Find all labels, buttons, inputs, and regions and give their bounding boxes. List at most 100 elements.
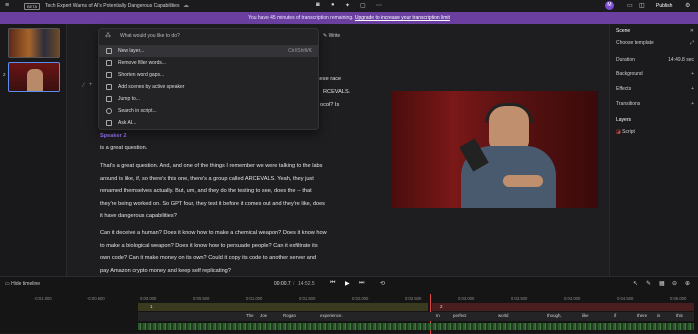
time-tick: -0:00.500 (87, 296, 105, 301)
menu-item-label: Search in script... (118, 108, 157, 114)
shapes-icon[interactable]: ▢ (360, 2, 366, 9)
timeline-word[interactable]: perfect (453, 313, 466, 318)
expand-icon[interactable]: ⤢ (690, 38, 694, 48)
add-icon[interactable]: + (691, 99, 694, 109)
scene-thumbnail-2[interactable] (8, 62, 60, 92)
transitions-row[interactable]: Transitions + (616, 99, 696, 109)
background-row[interactable]: Background + (616, 69, 696, 79)
menu-item-add-scenes[interactable]: Add scenes by active speaker (99, 82, 318, 93)
timeline-word[interactable]: is (657, 313, 660, 318)
top-bar: ≡ BETA Tech Expert Warns of AI's Potenti… (0, 0, 698, 12)
timeline-word[interactable]: there (637, 313, 647, 318)
add-icon[interactable]: + (691, 69, 694, 79)
timeline-word[interactable]: Rogan (283, 313, 296, 318)
select-tool-icon[interactable]: ↖ (633, 280, 638, 287)
transcription-banner: You have 45 minutes of transcription rem… (0, 12, 698, 24)
filter-icon (106, 60, 112, 66)
paragraph-line: renamed themselves actually. But, um, an… (100, 188, 312, 194)
menu-item-label: Ask AI... (118, 120, 137, 126)
menu-item-new-layer[interactable]: New layer... Ctrl/Shift/K (99, 46, 318, 57)
timeline-word[interactable]: this (676, 313, 683, 318)
camera-icon[interactable]: ◙ (316, 2, 320, 8)
menu-item-label: New layer... (118, 48, 145, 54)
zoom-in-icon[interactable]: ⊕ (685, 280, 690, 287)
drag-handle-icon[interactable]: ⁄ (83, 80, 84, 93)
paragraph-line: they're being worked on. So GPT four, th… (100, 200, 325, 207)
menu-item-ask-ai[interactable]: Ask AI... (99, 118, 318, 129)
close-icon[interactable]: ✕ (690, 26, 694, 36)
time-tick: 0:04.500 (617, 296, 634, 301)
track-number: 2 (440, 304, 443, 309)
text-fragment-3: ocol? Is (320, 102, 340, 108)
shortcut-label: Ctrl/Shift/K (288, 48, 312, 54)
paragraph-line: own code? Can it make money on its own? … (100, 255, 317, 261)
scene-icon (106, 84, 112, 90)
beta-badge: BETA (24, 3, 41, 10)
timeline-word[interactable]: experience. (320, 313, 343, 318)
time-tick: 0:01.500 (299, 296, 316, 301)
time-tick: 0:01.000 (246, 296, 263, 301)
video-frame[interactable] (391, 91, 598, 208)
skip-back-icon[interactable]: ⏮ (330, 280, 335, 287)
menu-item-shorten-gaps[interactable]: Shorten word gaps... (99, 70, 318, 81)
write-label: Write (328, 33, 341, 39)
layer-script[interactable]: ◪ Script (616, 127, 696, 137)
paragraph-line: to make a biological weapon? Does it kno… (100, 242, 318, 249)
text-fragment-2: RCEVALS. (323, 89, 351, 95)
pen-tool-icon[interactable]: ✎ (646, 280, 651, 287)
chat-icon[interactable]: ▭ (627, 2, 633, 9)
timeline-word[interactable]: if (614, 313, 616, 318)
timeline: ▭ Hide timeline 00:00.7 / 14:52.5 ⏮ ▶ ⏭ … (0, 276, 698, 334)
more-icon[interactable]: ⋯ (376, 2, 382, 9)
duration-label: Duration (616, 57, 635, 63)
banner-text: You have 45 minutes of transcription rem… (248, 15, 354, 21)
speaker-label[interactable]: Speaker 2 (100, 130, 126, 143)
sparkle-icon (106, 120, 112, 126)
add-icon[interactable]: + (89, 79, 93, 92)
scene-track-2[interactable]: 2 (432, 303, 694, 311)
timeline-word[interactable]: though, (547, 313, 562, 318)
upgrade-link[interactable]: Upgrade to increase your transcription l… (355, 15, 450, 21)
menu-item-jump-to[interactable]: Jump to... (99, 94, 318, 105)
menu-item-label: Jump to... (118, 96, 140, 102)
project-title[interactable]: Tech Expert Warns of AI's Potentially Da… (45, 3, 179, 9)
scene-thumbnail-1[interactable] (8, 28, 60, 58)
record-icon[interactable]: ● (331, 2, 335, 8)
timeline-word[interactable]: Joe (260, 313, 267, 318)
avatar[interactable]: M (605, 1, 614, 10)
zoom-out-icon[interactable]: ⊖ (672, 280, 677, 287)
settings-icon[interactable]: ⚙ (685, 2, 690, 9)
time-tick: 0:04.000 (564, 296, 581, 301)
background-label: Background (616, 71, 643, 77)
timeline-word[interactable]: like (582, 313, 589, 318)
timeline-word[interactable]: In (436, 313, 440, 318)
add-icon[interactable]: + (691, 84, 694, 94)
scene-number: 2 (3, 72, 6, 77)
menu-item-remove-filler[interactable]: Remove filler words... (99, 58, 318, 69)
sparkle-icon[interactable]: ✦ (345, 2, 350, 9)
play-icon[interactable]: ▶ (345, 280, 350, 287)
command-input[interactable]: What would you like to do? (120, 33, 180, 39)
write-button[interactable]: ✎ Write (323, 33, 340, 39)
skip-forward-icon[interactable]: ⏭ (359, 280, 364, 287)
menu-item-search[interactable]: Search in script... (99, 106, 318, 117)
audio-waveform[interactable] (138, 323, 694, 330)
time-tick: 0:02.000 (352, 296, 369, 301)
hide-timeline-button[interactable]: ▭ Hide timeline (5, 281, 40, 287)
cloud-sync-icon: ☁ (183, 3, 189, 9)
timeline-word[interactable]: world (498, 313, 509, 318)
paragraph-line: around is like, if, so there's this one,… (100, 175, 314, 182)
effects-row[interactable]: Effects + (616, 84, 696, 94)
menu-icon[interactable]: ≡ (5, 2, 9, 9)
duration-value[interactable]: 14:49.8 sec (668, 55, 694, 65)
scene-track-1[interactable]: 1 (138, 303, 428, 311)
choose-template[interactable]: Choose template ⤢ (616, 38, 696, 48)
panel-icon[interactable]: ◫ (639, 2, 645, 9)
publish-button[interactable]: Publish (656, 3, 672, 9)
time-tick: -0:01.000 (34, 296, 52, 301)
timeline-word[interactable]: The (246, 313, 254, 318)
time-separator: / (293, 281, 295, 287)
grid-icon[interactable]: ▦ (659, 280, 665, 287)
loop-icon[interactable]: ⟲ (380, 280, 385, 287)
paragraph-line: Can it deceive a human? Does it know how… (100, 230, 327, 236)
